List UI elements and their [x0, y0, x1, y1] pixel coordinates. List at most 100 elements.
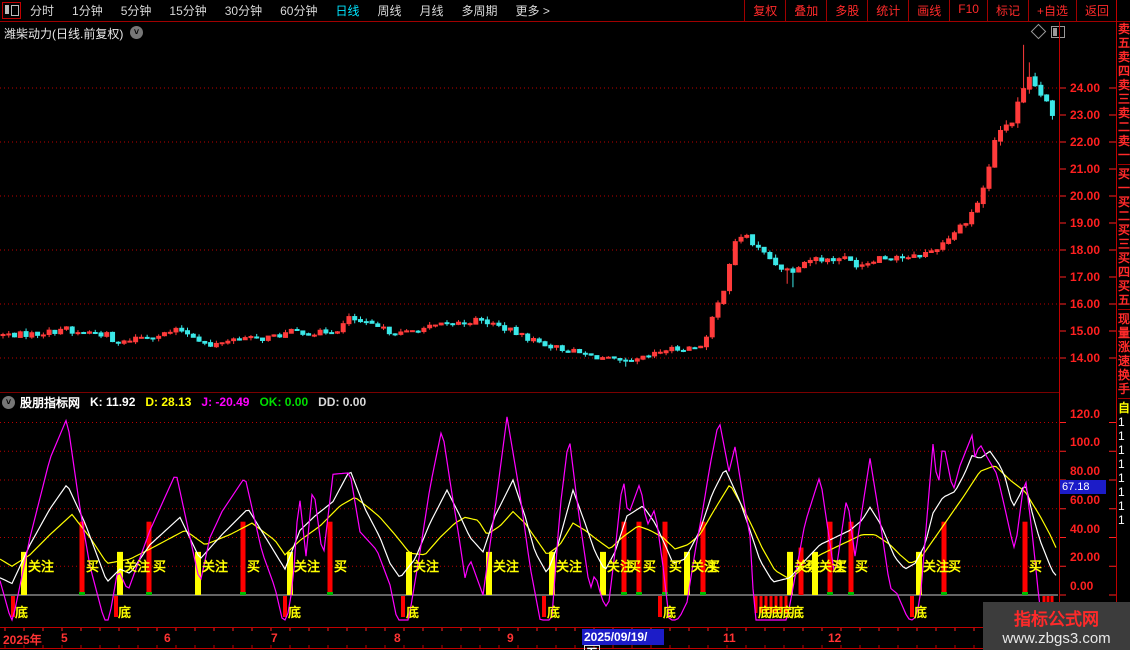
month-label-7: 7 [271, 631, 278, 645]
candle [566, 351, 570, 352]
candle [387, 327, 391, 333]
price-axis-label: 16.00 [1070, 297, 1100, 311]
candle [958, 225, 962, 233]
strip-char: 卖 [1118, 134, 1130, 148]
di-text: 底 [791, 605, 804, 620]
candle [53, 330, 57, 333]
strip-num: 1 [1118, 471, 1130, 485]
candle [762, 247, 766, 252]
candle [266, 336, 270, 340]
candle [987, 167, 991, 188]
buy-text: 买 [805, 559, 818, 574]
panel-divider[interactable] [0, 392, 1059, 393]
candle [935, 250, 939, 252]
candle [526, 334, 530, 340]
candle [993, 141, 997, 168]
candle [756, 245, 760, 247]
indicator-header-seg-0: 股朋指标网 [20, 394, 80, 411]
candle [895, 256, 899, 260]
right-edge-strip[interactable]: 卖五卖四卖三卖二卖一买一买二买三买四买五现量涨速换手自11111111 [1118, 22, 1130, 602]
candle [877, 257, 881, 263]
ok-mark [700, 592, 706, 595]
candle [64, 327, 68, 329]
month-label-5: 5 [61, 631, 68, 645]
candle [814, 258, 818, 261]
candle [255, 337, 259, 338]
ok-mark [79, 592, 85, 595]
candle [797, 268, 801, 272]
candle [70, 327, 74, 333]
buy-text: 买 [628, 559, 641, 574]
candle [278, 335, 282, 337]
di-text: 底 [118, 605, 131, 620]
candle [186, 331, 190, 334]
candle [964, 224, 968, 226]
indicator-header-seg-3: J: -20.49 [201, 395, 249, 409]
candle [416, 331, 420, 332]
candle [583, 353, 587, 354]
strip-num: 1 [1118, 457, 1130, 471]
buy-text: 买 [1029, 559, 1042, 574]
candle [658, 352, 662, 353]
candle [900, 257, 904, 258]
candle [358, 320, 362, 322]
strip-num: 1 [1118, 415, 1130, 429]
strip-char: 卖 [1118, 50, 1130, 64]
di-bar [658, 596, 662, 617]
candle [808, 260, 812, 262]
candle [111, 332, 115, 341]
time-axis-line [0, 627, 1116, 628]
candle [474, 318, 478, 324]
candle [145, 337, 149, 338]
strip-self-tab[interactable]: 自 [1118, 401, 1130, 415]
strip-num: 1 [1118, 485, 1130, 499]
candle [197, 337, 201, 341]
strip-divider [1118, 309, 1130, 310]
candle [676, 347, 680, 350]
strip-num: 1 [1118, 443, 1130, 457]
candle [18, 332, 22, 338]
candle [260, 338, 264, 340]
guanzhu-text: 关注 [28, 559, 54, 574]
candle [168, 332, 172, 333]
candle [59, 329, 63, 333]
chart-canvas[interactable]: 关注关注关注关注关注关注关注关注关注关注关注关注买买买买买买买买买买买买买底底底… [0, 0, 1130, 650]
buy-bar [849, 522, 854, 595]
strip-char: 买 [1118, 223, 1130, 237]
watermark: 指标公式网 www.zbgs3.com [983, 602, 1130, 650]
candle [237, 339, 241, 340]
guanzhu-text: 关注 [556, 559, 582, 574]
candle [785, 269, 789, 270]
di-bar [542, 596, 546, 617]
indicator-header-seg-4: OK: 0.00 [259, 395, 308, 409]
candle [162, 333, 166, 336]
strip-char: 换 [1118, 368, 1130, 382]
month-label-12: 12 [828, 631, 841, 645]
candle [866, 264, 870, 265]
candle [918, 255, 922, 256]
candle [462, 323, 466, 324]
month-label-8: 8 [394, 631, 401, 645]
candle [779, 265, 783, 269]
candle [699, 346, 703, 347]
candle [272, 335, 276, 336]
guanzhu-bar [787, 552, 793, 595]
di-text: 底 [406, 605, 419, 620]
candle [13, 333, 17, 337]
candle [41, 335, 45, 336]
candle [854, 260, 858, 266]
candle [722, 291, 726, 303]
strip-char: 量 [1118, 326, 1130, 340]
candle [728, 264, 732, 290]
candle [82, 333, 86, 334]
candle [947, 239, 951, 244]
candle [335, 332, 339, 333]
candle [837, 259, 841, 261]
candle [543, 342, 547, 346]
candle [209, 343, 213, 347]
candle [929, 251, 933, 253]
candle [214, 343, 218, 346]
indicator-collapse-icon[interactable]: ˅ [2, 396, 15, 409]
candle [36, 332, 40, 335]
strip-char: 手 [1118, 382, 1130, 396]
